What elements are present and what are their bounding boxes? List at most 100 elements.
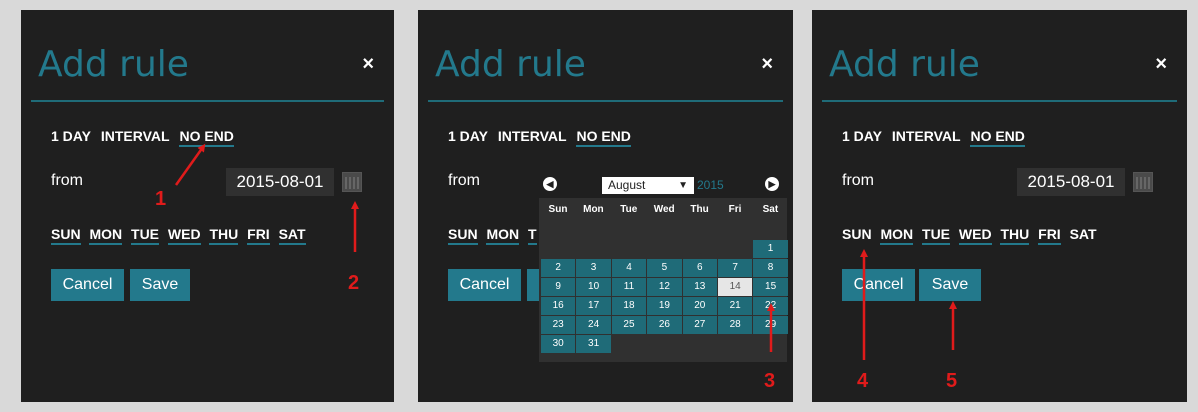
day-toggle-sun[interactable]: SUN <box>448 226 478 245</box>
calendar-icon[interactable] <box>342 172 362 192</box>
date-cell[interactable]: 27 <box>682 316 717 334</box>
no-end-link[interactable]: NO END <box>576 128 631 147</box>
divider <box>428 100 783 102</box>
from-label: from <box>448 172 480 189</box>
dialog-step-2: Add rule × 1 DAY INTERVAL NO END from SU… <box>418 10 793 402</box>
day-toggle-tue[interactable]: TUE <box>131 226 160 245</box>
dialog-step-3: Add rule × 1 DAY INTERVAL NO END from 20… <box>812 10 1187 402</box>
cancel-button[interactable]: Cancel <box>51 269 124 301</box>
date-cell[interactable]: 13 <box>682 278 717 296</box>
close-icon[interactable]: × <box>362 54 374 74</box>
close-icon[interactable]: × <box>761 54 773 74</box>
date-cell[interactable]: 24 <box>576 316 611 334</box>
date-cell[interactable]: 16 <box>541 297 576 315</box>
day-toggle-fri[interactable]: FRI <box>247 226 270 245</box>
close-icon[interactable]: × <box>1155 54 1167 74</box>
date-cell[interactable]: 15 <box>753 278 788 296</box>
date-cell[interactable]: 25 <box>611 316 647 334</box>
day-toggle-tue[interactable]: TUE <box>922 226 951 245</box>
summary-interval: INTERVAL <box>100 128 170 144</box>
date-cell[interactable]: 22 <box>753 297 788 315</box>
day-toggle-sat[interactable]: SAT <box>278 226 306 245</box>
day-toggle-tue[interactable]: T <box>528 226 537 245</box>
rule-summary: 1 DAY INTERVAL NO END <box>51 128 240 147</box>
weekday-label: Sat <box>762 204 779 215</box>
save-button-partial[interactable] <box>527 269 539 301</box>
date-cell[interactable]: 1 <box>753 240 788 258</box>
date-cell[interactable]: 23 <box>541 316 576 334</box>
date-cell[interactable]: 5 <box>647 259 682 277</box>
step-marker-2: 2 <box>348 272 360 294</box>
weekday-label: Mon <box>583 204 604 215</box>
dialog-title: Add rule <box>435 44 586 85</box>
date-cell[interactable]: 7 <box>718 259 753 277</box>
weekday-label: Tue <box>620 204 638 215</box>
date-cell[interactable]: 12 <box>647 278 682 296</box>
day-toggle-thu[interactable]: THU <box>1000 226 1030 245</box>
no-end-link[interactable]: NO END <box>970 128 1025 147</box>
date-cell[interactable]: 9 <box>541 278 576 296</box>
date-cell[interactable]: 29 <box>753 316 788 334</box>
save-button[interactable]: Save <box>919 269 981 301</box>
date-cell[interactable]: 31 <box>576 335 611 353</box>
day-toggle-mon[interactable]: MON <box>486 226 520 245</box>
divider <box>31 100 384 102</box>
save-button[interactable]: Save <box>130 269 190 301</box>
no-end-link[interactable]: NO END <box>179 128 234 147</box>
date-picker: ◀ August ▼ 2015 ▶ Sun Mon Tue Wed Thu Fri Sat … <box>539 172 788 362</box>
day-toggle-sun[interactable]: SUN <box>51 226 81 245</box>
date-cell[interactable]: 10 <box>576 278 611 296</box>
weekday-label: Wed <box>653 204 675 215</box>
step-marker-1: 1 <box>155 188 167 210</box>
day-toggle-wed[interactable]: WED <box>958 226 992 245</box>
date-cell[interactable]: 4 <box>611 259 647 277</box>
date-cell[interactable]: 30 <box>541 335 576 353</box>
chevron-down-icon: ▼ <box>678 180 688 191</box>
calendar-icon[interactable] <box>1133 172 1153 192</box>
day-toggle-thu[interactable]: THU <box>209 226 239 245</box>
date-cell[interactable]: 19 <box>647 297 682 315</box>
date-cell[interactable]: 21 <box>718 297 753 315</box>
summary-interval: INTERVAL <box>497 128 567 144</box>
date-picker-header: ◀ August ▼ 2015 ▶ <box>539 172 787 198</box>
date-cell[interactable]: 3 <box>576 259 611 277</box>
summary-interval: INTERVAL <box>891 128 961 144</box>
step-marker-5: 5 <box>946 370 958 392</box>
dialog-title: Add rule <box>829 44 980 85</box>
month-value: August <box>608 178 646 192</box>
from-label: from <box>51 172 83 189</box>
day-toggle-sat[interactable]: SAT <box>1070 226 1097 242</box>
date-cell[interactable]: 20 <box>682 297 717 315</box>
date-cell[interactable]: 11 <box>611 278 647 296</box>
date-cell-today[interactable]: 14 <box>718 278 753 296</box>
weekday-selector: SUN MON TUE WED THU FRI SAT <box>51 226 311 245</box>
day-toggle-fri[interactable]: FRI <box>1038 226 1061 245</box>
dialog-step-1: Add rule × 1 DAY INTERVAL NO END from 20… <box>21 10 394 402</box>
day-toggle-mon[interactable]: MON <box>880 226 914 245</box>
from-date-field[interactable]: 2015-08-01 <box>1017 168 1125 196</box>
summary-count: 1 DAY <box>842 128 882 144</box>
date-cell[interactable]: 2 <box>541 259 576 277</box>
day-toggle-wed[interactable]: WED <box>167 226 201 245</box>
day-toggle-sun[interactable]: SUN <box>842 226 872 242</box>
year-label: 2015 <box>697 178 724 192</box>
date-cell[interactable]: 8 <box>753 259 788 277</box>
month-select[interactable]: August ▼ <box>602 177 694 194</box>
next-month-icon[interactable]: ▶ <box>765 177 779 191</box>
summary-count: 1 DAY <box>51 128 91 144</box>
date-cell[interactable]: 28 <box>718 316 753 334</box>
day-toggle-mon[interactable]: MON <box>89 226 123 245</box>
step-marker-4: 4 <box>857 370 869 392</box>
weekday-label: Sun <box>548 204 568 215</box>
from-date-field[interactable]: 2015-08-01 <box>226 168 334 196</box>
prev-month-icon[interactable]: ◀ <box>543 177 557 191</box>
date-cell[interactable]: 26 <box>647 316 682 334</box>
date-cell[interactable]: 6 <box>682 259 717 277</box>
date-cell[interactable]: 17 <box>576 297 611 315</box>
date-cell[interactable]: 18 <box>611 297 647 315</box>
weekday-label: Thu <box>690 204 709 215</box>
cancel-button[interactable]: Cancel <box>448 269 521 301</box>
weekday-selector: SUN MON TUE WED THU FRI SAT <box>842 226 1102 245</box>
weekday-label: Fri <box>728 204 742 215</box>
cancel-button[interactable]: Cancel <box>842 269 915 301</box>
